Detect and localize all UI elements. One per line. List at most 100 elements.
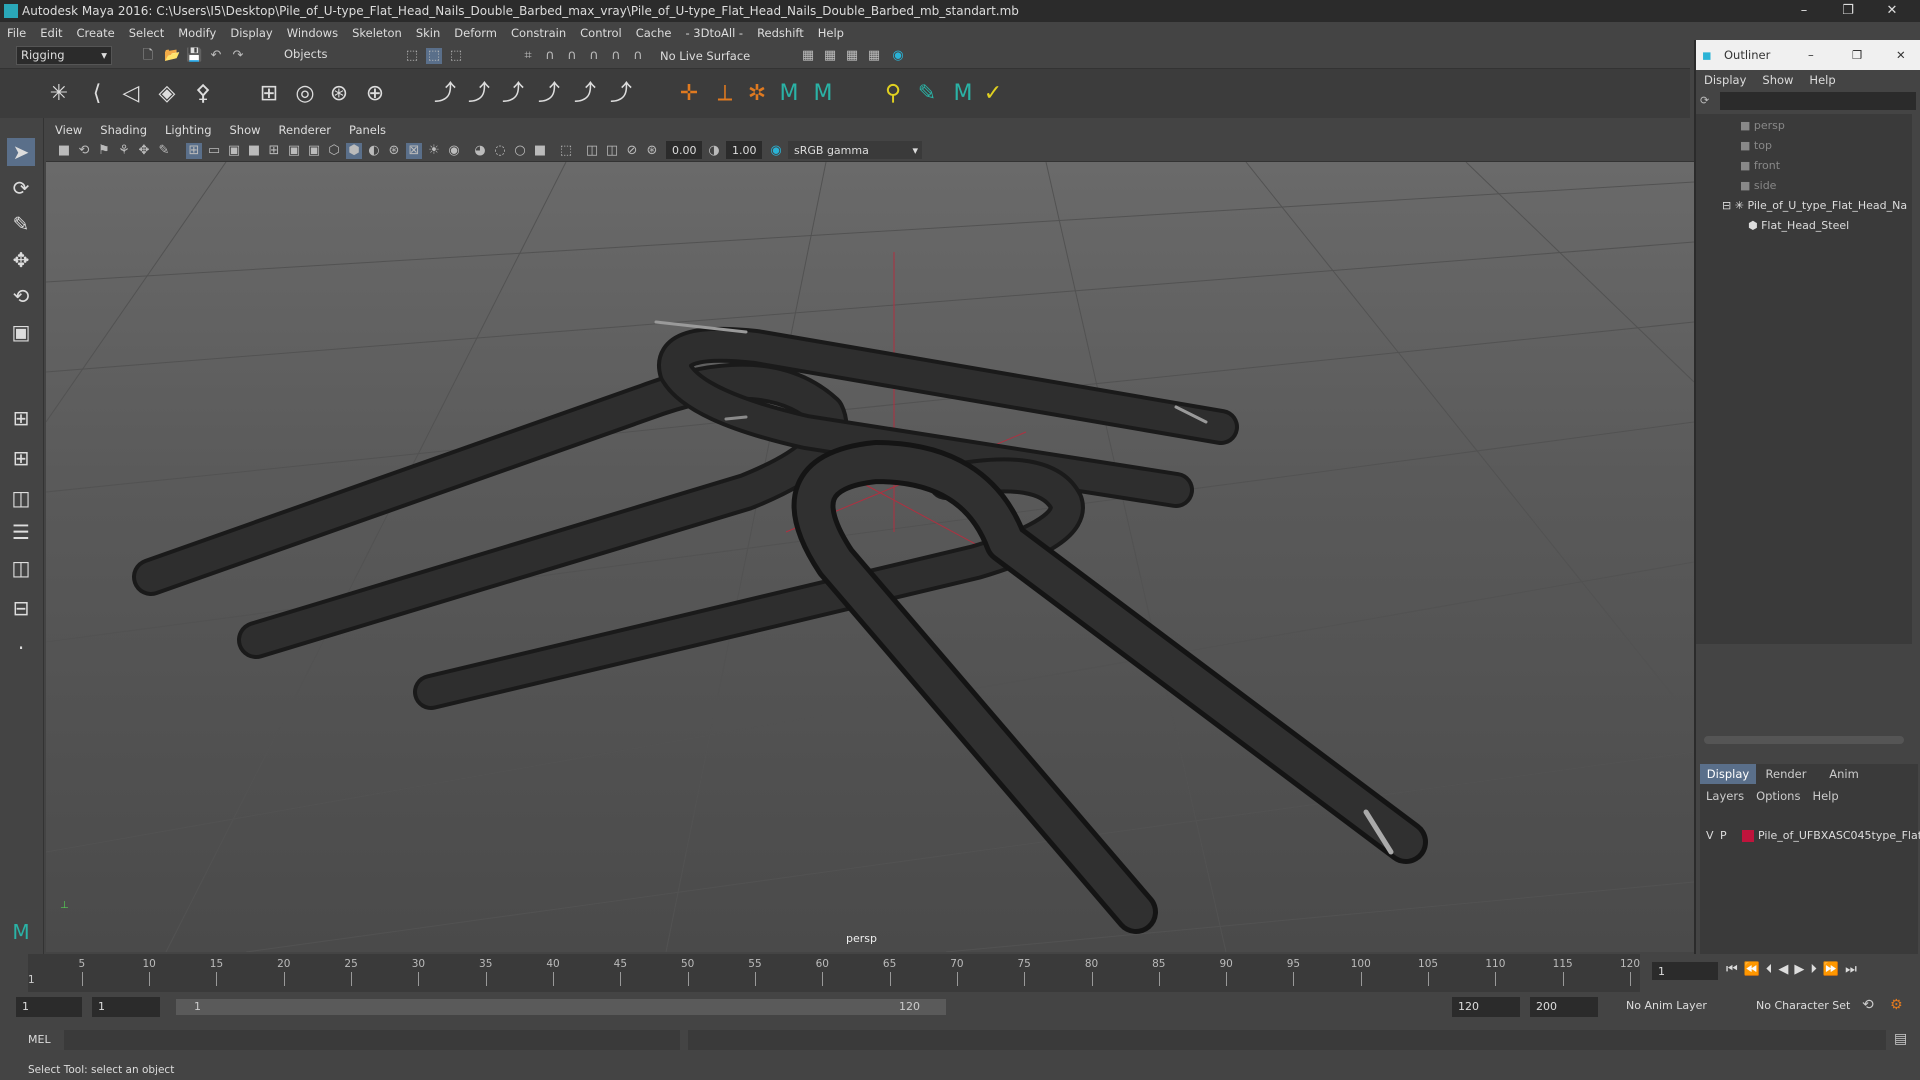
panel-menu-show[interactable]: Show bbox=[221, 120, 270, 140]
outliner-menu-display[interactable]: Display bbox=[1696, 70, 1754, 90]
outliner-item-top[interactable]: ■ top bbox=[1740, 136, 1772, 156]
command-input[interactable] bbox=[64, 1030, 680, 1050]
outliner-scrollbar[interactable] bbox=[1704, 736, 1904, 744]
pole-constraint-icon[interactable]: ⤴ bbox=[608, 81, 634, 107]
snap-point-icon[interactable]: ∩ bbox=[564, 48, 580, 64]
gamma-field[interactable]: 1.00 bbox=[726, 141, 762, 159]
mirror-joint-icon[interactable]: ✲ bbox=[744, 81, 770, 107]
paint-skin-icon[interactable]: ✎ bbox=[914, 81, 940, 107]
exposure-icon[interactable]: ⊛ bbox=[644, 143, 660, 159]
motion-blur-icon[interactable]: ◕ bbox=[472, 143, 488, 159]
restore-button[interactable]: ❐ bbox=[1826, 0, 1870, 22]
grid-toggle-icon[interactable]: ⊞ bbox=[186, 143, 202, 159]
outliner-item-persp[interactable]: ■ persp bbox=[1740, 116, 1785, 136]
play-back-icon[interactable]: ◀ bbox=[1778, 962, 1788, 977]
outliner-restore-button[interactable]: ❐ bbox=[1852, 48, 1862, 62]
xray-components-icon[interactable]: ◫ bbox=[604, 143, 620, 159]
playback-start-field[interactable]: 1 bbox=[92, 997, 160, 1017]
hik-character-icon[interactable]: M bbox=[810, 81, 836, 107]
tab-display[interactable]: Display bbox=[1700, 764, 1756, 784]
resolution-gate-icon[interactable]: ▣ bbox=[226, 143, 242, 159]
menu-modify[interactable]: Modify bbox=[171, 22, 223, 44]
outliner-refresh-icon[interactable]: ⟳ bbox=[1700, 94, 1709, 107]
wireframe-icon[interactable]: ⬡ bbox=[326, 143, 342, 159]
open-scene-icon[interactable]: 📂 bbox=[164, 48, 180, 64]
outliner-search-input[interactable] bbox=[1720, 92, 1916, 110]
camera-attributes-icon[interactable]: ■ bbox=[56, 143, 72, 159]
time-slider[interactable]: 5 10 15 20 25 30 35 40 45 50 55 60 65 70 75 80 85 90 95 100… bbox=[0, 954, 1920, 992]
panel-menu-view[interactable]: View bbox=[46, 120, 91, 140]
maya-m-icon[interactable]: M bbox=[950, 81, 976, 107]
select-hierarchy-icon[interactable]: ⬚ bbox=[404, 48, 420, 64]
character-set-dropdown[interactable]: No Character Set bbox=[1756, 999, 1850, 1012]
command-language-label[interactable]: MEL bbox=[28, 1033, 51, 1046]
orient-constraint-icon[interactable]: ⤴ bbox=[500, 81, 526, 107]
render-settings-icon[interactable]: ▦ bbox=[866, 48, 882, 64]
lattice-icon[interactable]: ⊞ bbox=[256, 81, 282, 107]
save-scene-icon[interactable]: 💾 bbox=[186, 48, 202, 64]
four-view-layout-icon[interactable]: ⊞ bbox=[7, 444, 35, 472]
snap-plane-icon[interactable]: ∩ bbox=[630, 48, 646, 64]
collapse-icon[interactable]: ⊟ bbox=[1722, 199, 1731, 212]
panel-menu-shading[interactable]: Shading bbox=[91, 120, 156, 140]
layer-name[interactable]: Pile_of_UFBXASC045type_Flat bbox=[1758, 826, 1920, 846]
use-all-lights-icon[interactable]: ⊠ bbox=[406, 143, 422, 159]
snap-view-icon[interactable]: ∩ bbox=[586, 48, 602, 64]
snap-surface-icon[interactable]: ∩ bbox=[608, 48, 624, 64]
image-plane-icon[interactable]: ⚘ bbox=[116, 143, 132, 159]
locator-icon[interactable]: ✛ bbox=[676, 81, 702, 107]
hypershade-icon[interactable]: ◉ bbox=[890, 48, 906, 64]
menu-file[interactable]: File bbox=[0, 22, 33, 44]
outliner-minimize-button[interactable]: – bbox=[1808, 48, 1814, 62]
xray-joints-icon[interactable]: ◫ bbox=[584, 143, 600, 159]
paint-weights-icon[interactable]: ⚴ bbox=[190, 81, 216, 107]
bind-skin-icon[interactable]: ◈ bbox=[154, 81, 180, 107]
ik-handle-icon[interactable]: ⟨ bbox=[84, 81, 110, 107]
two-view-layout-icon[interactable]: ◫ bbox=[7, 484, 35, 512]
undo-icon[interactable]: ↶ bbox=[208, 48, 224, 64]
parent-constraint-icon[interactable]: ⤴ bbox=[572, 81, 598, 107]
hik-icon[interactable]: M bbox=[776, 81, 802, 107]
render-view-icon[interactable]: ▦ bbox=[800, 48, 816, 64]
menu-control[interactable]: Control bbox=[573, 22, 629, 44]
time-ruler[interactable]: 5 10 15 20 25 30 35 40 45 50 55 60 65 70 75 80 85 90 95 100… bbox=[28, 954, 1640, 992]
animation-end-field[interactable]: 200 bbox=[1530, 997, 1598, 1017]
layer-menu-help[interactable]: Help bbox=[1806, 786, 1844, 806]
animation-start-field[interactable]: 1 bbox=[16, 997, 82, 1017]
playback-end-field[interactable]: 120 bbox=[1452, 997, 1520, 1017]
panel-menu-panels[interactable]: Panels bbox=[340, 120, 395, 140]
rotate-tool-icon[interactable]: ⟲ bbox=[7, 282, 35, 310]
step-back-frame-icon[interactable]: ⏴ bbox=[1766, 962, 1773, 977]
select-tool-icon[interactable]: ➤ bbox=[7, 138, 35, 166]
menu-skin[interactable]: Skin bbox=[409, 22, 447, 44]
safe-action-icon[interactable]: ▣ bbox=[286, 143, 302, 159]
panel-menu-renderer[interactable]: Renderer bbox=[270, 120, 341, 140]
grease-pencil-icon[interactable]: ✎ bbox=[156, 143, 172, 159]
safe-title-icon[interactable]: ▣ bbox=[306, 143, 322, 159]
tab-render[interactable]: Render bbox=[1756, 764, 1816, 784]
check-icon[interactable]: ✓ bbox=[980, 81, 1006, 107]
outliner-item-group[interactable]: ⊟ ✳ Pile_of_U_type_Flat_Head_Na bbox=[1722, 196, 1907, 216]
anti-aliasing-icon[interactable]: ◌ bbox=[492, 143, 508, 159]
outliner-item-front[interactable]: ■ front bbox=[1740, 156, 1780, 176]
select-component-icon[interactable]: ⬚ bbox=[448, 48, 464, 64]
hypershade-layout-icon[interactable]: ⊟ bbox=[7, 594, 35, 622]
menu-redshift[interactable]: Redshift bbox=[750, 22, 811, 44]
range-slider[interactable]: 1 120 bbox=[176, 999, 946, 1015]
two-d-pan-icon[interactable]: ✥ bbox=[136, 143, 152, 159]
outliner-item-mesh[interactable]: ⬢ Flat_Head_Steel bbox=[1748, 216, 1849, 236]
menu-edit[interactable]: Edit bbox=[33, 22, 69, 44]
live-surface-label[interactable]: No Live Surface bbox=[660, 49, 750, 63]
ipr-render-icon[interactable]: ▦ bbox=[844, 48, 860, 64]
step-forward-key-icon[interactable]: ⏩ bbox=[1823, 962, 1839, 977]
point-constraint-icon[interactable]: ⤴ bbox=[432, 81, 458, 107]
cluster-icon[interactable]: ◎ bbox=[292, 81, 318, 107]
menu-select[interactable]: Select bbox=[122, 22, 171, 44]
wireframe-on-shaded-icon[interactable]: ◐ bbox=[366, 143, 382, 159]
anim-layer-dropdown[interactable]: No Anim Layer bbox=[1626, 999, 1707, 1012]
step-forward-frame-icon[interactable]: ⏵ bbox=[1810, 962, 1817, 977]
render-current-icon[interactable]: ▦ bbox=[822, 48, 838, 64]
layer-visibility-toggle[interactable]: V bbox=[1706, 826, 1714, 846]
go-to-start-icon[interactable]: ⏮ bbox=[1726, 962, 1738, 977]
layer-color-swatch[interactable] bbox=[1742, 830, 1754, 842]
